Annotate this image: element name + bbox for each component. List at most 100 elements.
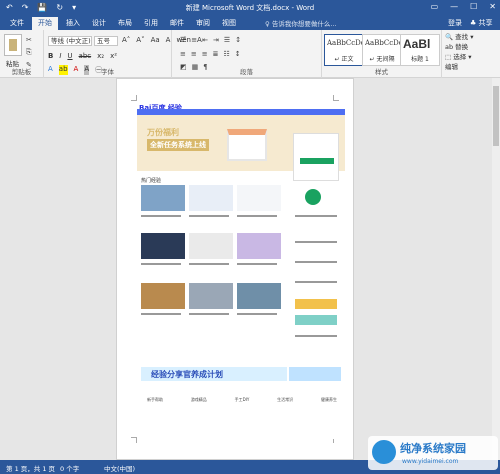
font-format-row: B I U abc x₂ x²	[48, 52, 117, 60]
footer-col: 健康养生	[320, 397, 337, 402]
font-family-select[interactable]: 等线 (中文正)	[48, 36, 92, 46]
replace-button[interactable]: ab 替换	[445, 42, 474, 52]
strikethrough-button[interactable]: abc	[79, 52, 92, 60]
increase-indent-icon[interactable]: ⇥	[213, 36, 219, 44]
caption-line	[295, 335, 337, 337]
tell-me-search[interactable]: ♀ 告诉我你想要做什么...	[265, 18, 337, 28]
subscript-button[interactable]: x₂	[97, 52, 104, 60]
style-heading-1-sample: AaBl	[403, 37, 431, 51]
webpage-login-box	[293, 133, 339, 181]
style-heading-1[interactable]: AaBl 标题 1	[400, 34, 440, 66]
tab-design[interactable]: 设计	[92, 18, 106, 28]
vertical-scrollbar[interactable]	[492, 78, 500, 460]
style-no-spacing-name: ↵ 无间隔	[369, 56, 395, 63]
tab-mailings[interactable]: 邮件	[170, 18, 184, 28]
caption-line	[141, 313, 181, 315]
scroll-thumb[interactable]	[493, 86, 499, 146]
editing-group: 🔍 查找 ▾ ab 替换 ⬚ 选择 ▾ 编辑	[445, 32, 474, 72]
page-count[interactable]: 第 1 页，共 1 页	[6, 463, 55, 473]
maximize-button[interactable]: ☐	[470, 2, 477, 11]
ribbon: 粘贴 ✂ ⎘ ✎ 剪贴板 等线 (中文正) 五号 A˄ A˅ Aa A wén …	[0, 30, 500, 78]
shrink-font-icon[interactable]: A˅	[136, 36, 144, 44]
share-button[interactable]: ♣ 共享	[470, 18, 493, 28]
webpage-footer: 新手帮助 游戏精品 手工DIY 生活常识 健康养生	[147, 397, 337, 403]
banner-subtitle: 全新任务系统上线	[147, 139, 209, 151]
embedded-webpage-image[interactable]: Bai百度 经验 万份福利 全新任务系统上线 热门经验 经验分享官养成计划 新手…	[137, 101, 345, 439]
copy-icon[interactable]: ⎘	[26, 48, 32, 57]
document-area: Bai百度 经验 万份福利 全新任务系统上线 热门经验 经验分享官养成计划 新手…	[0, 78, 500, 460]
clipboard-small-icons: ✂ ⎘ ✎	[26, 36, 32, 69]
document-page[interactable]: Bai百度 经验 万份福利 全新任务系统上线 热门经验 经验分享官养成计划 新手…	[116, 78, 354, 460]
line-spacing-icon[interactable]: ↕	[235, 50, 241, 58]
window-title: 新建 Microsoft Word 文档.docx - Word	[185, 4, 315, 12]
paragraph-row-1: ☰ ≡ ⇤ ⇥ ☰ ↕	[180, 36, 241, 44]
style-no-spacing[interactable]: AaBbCcDd ↵ 无间隔	[362, 34, 403, 66]
tab-review[interactable]: 审阅	[196, 18, 210, 28]
decrease-indent-icon[interactable]: ⇤	[202, 36, 208, 44]
justify-icon[interactable]: ≣	[213, 50, 219, 58]
thumbnail	[237, 283, 281, 309]
clipboard-label: 剪贴板	[11, 68, 32, 76]
tab-view[interactable]: 视图	[222, 18, 236, 28]
select-button[interactable]: ⬚ 选择 ▾	[445, 52, 474, 62]
language[interactable]: 中文(中国)	[104, 463, 135, 473]
style-normal[interactable]: AaBbCcDd ↵ 正文	[324, 34, 365, 66]
window-controls: ▭ — ☐ ✕	[431, 2, 496, 11]
calendar-illustration	[227, 129, 267, 161]
tab-references[interactable]: 引用	[144, 18, 158, 28]
tab-home[interactable]: 开始	[32, 17, 58, 30]
superscript-button[interactable]: x²	[110, 52, 117, 60]
align-center-icon[interactable]: ≡	[191, 50, 197, 58]
bold-button[interactable]: B	[48, 52, 53, 60]
distributed-icon[interactable]: ☷	[224, 50, 230, 58]
webpage-sidebar	[291, 181, 341, 361]
caption-line	[189, 313, 229, 315]
bullets-icon[interactable]: ☰	[180, 36, 186, 44]
tab-insert[interactable]: 插入	[66, 18, 80, 28]
underline-button[interactable]: U	[67, 52, 72, 60]
paste-icon[interactable]	[4, 34, 22, 56]
align-left-icon[interactable]: ≡	[180, 50, 186, 58]
footer-col: 生活常识	[277, 397, 294, 402]
webpage-banner: 万份福利 全新任务系统上线	[137, 115, 345, 181]
clipboard-group: 粘贴 ✂ ⎘ ✎ 剪贴板	[0, 30, 44, 78]
paragraph-group: ☰ ≡ ⇤ ⇥ ☰ ↕ ≡ ≡ ≡ ≣ ☷ ↕ ◩ ▦ ¶ 段落	[172, 30, 322, 78]
footer-col: 手工DIY	[234, 397, 250, 402]
styles-group: AaBbCcDd ↵ 正文 AaBbCcDd ↵ 无间隔 AaBl 标题 1 样…	[322, 30, 442, 78]
numbering-icon[interactable]: ≡	[191, 36, 197, 44]
style-heading-1-name: 标题 1	[411, 56, 429, 63]
style-no-spacing-sample: AaBbCcDd	[365, 39, 403, 47]
clear-format-icon[interactable]: A	[166, 36, 171, 44]
watermark-url: www.yidaimei.com	[402, 458, 459, 465]
sort-icon[interactable]: ↕	[235, 36, 241, 44]
grow-font-icon[interactable]: A˄	[122, 36, 130, 44]
cut-icon[interactable]: ✂	[26, 36, 32, 44]
close-button[interactable]: ✕	[489, 2, 496, 11]
minimize-button[interactable]: —	[450, 2, 458, 11]
italic-button[interactable]: I	[59, 52, 61, 60]
word-count[interactable]: 0 个字	[60, 463, 79, 473]
promo-banner-side	[289, 367, 341, 381]
tab-layout[interactable]: 布局	[118, 18, 132, 28]
caption-line	[189, 215, 229, 217]
caption-line	[237, 313, 277, 315]
watermark-text: 纯净系统家园	[400, 442, 466, 455]
multilevel-list-icon[interactable]: ☰	[224, 36, 230, 44]
ribbon-tabs: 文件 开始 插入 设计 布局 引用 邮件 审阅 视图 ♀ 告诉我你想要做什么..…	[0, 16, 500, 30]
change-case-icon[interactable]: Aa	[151, 36, 160, 44]
thumbnail	[237, 233, 281, 259]
font-label: 字体	[101, 68, 114, 76]
find-button[interactable]: 🔍 查找 ▾	[445, 32, 474, 42]
promo-text: 经验分享官养成计划	[151, 370, 223, 379]
caption-line	[237, 215, 277, 217]
login-link[interactable]: 登录	[448, 18, 462, 28]
thumbnail	[189, 283, 233, 309]
paragraph-label: 段落	[240, 68, 253, 76]
ribbon-display-icon[interactable]: ▭	[431, 2, 439, 11]
footer-col: 新手帮助	[147, 397, 163, 402]
caption-line	[295, 281, 337, 283]
font-size-select[interactable]: 五号	[94, 36, 118, 46]
thumbnail	[189, 233, 233, 259]
tab-file[interactable]: 文件	[10, 18, 24, 28]
align-right-icon[interactable]: ≡	[202, 50, 208, 58]
